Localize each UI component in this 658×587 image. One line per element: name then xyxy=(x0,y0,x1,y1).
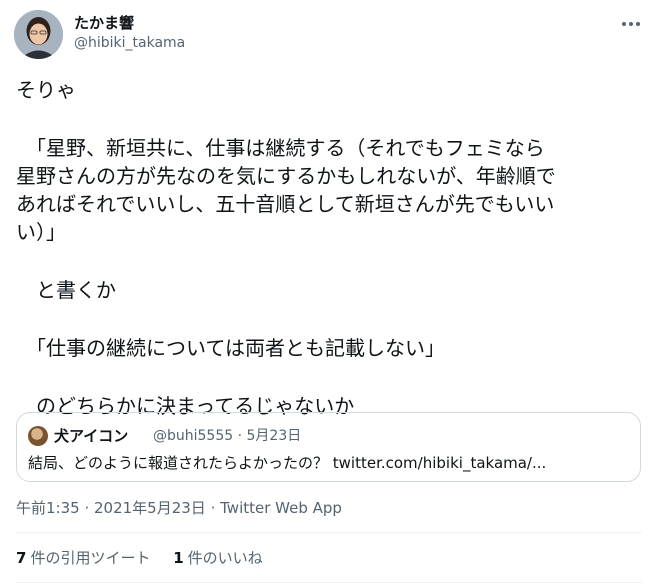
tweet-detail: たかま響 @hibiki_takama そりゃ 「星野、新垣共に、仕事は継続する… xyxy=(0,0,658,587)
likes-link[interactable]: 1 件のいいね xyxy=(173,548,262,568)
quote-tweets-link[interactable]: 7 件の引用ツイート xyxy=(16,548,150,568)
author-name[interactable]: たかま響 xyxy=(74,13,134,33)
tweet-body-line: 星野さんの方が先なのを気にするかもしれないが、年齢順で xyxy=(16,164,556,188)
tweet-body: そりゃ 「星野、新垣共に、仕事は継続する（それでもフェミなら 星野さんの方が先なの… xyxy=(16,76,648,420)
like-label: 件のいいね xyxy=(187,549,263,567)
timestamp-date[interactable]: 2021年5月23日 xyxy=(94,499,206,517)
quoted-author-name: 犬アイコン xyxy=(54,427,129,445)
tweet-body-line: そりゃ xyxy=(16,78,76,102)
timestamp-source[interactable]: Twitter Web App xyxy=(220,499,342,517)
tweet-body-line: 「星野、新垣共に、仕事は継続する（それでもフェミなら xyxy=(16,136,545,160)
divider xyxy=(16,582,642,583)
timestamp-separator-1: · xyxy=(79,499,94,517)
quote-label: 件の引用ツイート xyxy=(30,549,151,567)
more-options-button[interactable] xyxy=(618,14,644,34)
quoted-tweet-text: 結局、どのように報道されたらよかったの？ twitter.com/hibiki_… xyxy=(28,454,547,472)
quote-count: 7 xyxy=(16,549,27,567)
tweet-body-line: と書くか xyxy=(16,278,116,302)
author-avatar[interactable] xyxy=(14,10,63,59)
author-handle[interactable]: @hibiki_takama xyxy=(74,34,185,52)
like-count: 1 xyxy=(173,549,184,567)
author-avatar-image xyxy=(14,10,63,59)
more-horizontal-icon xyxy=(622,22,626,26)
quoted-tweet[interactable]: 犬アイコン @buhi5555 · 5月23日 結局、どのように報道されたらよか… xyxy=(16,412,641,482)
more-horizontal-icon xyxy=(636,22,640,26)
quoted-author-meta: @buhi5555 · 5月23日 xyxy=(153,428,302,444)
timestamp-separator-2: · xyxy=(205,499,221,517)
timestamp-time[interactable]: 午前1:35 xyxy=(16,499,80,517)
quoted-author-avatar xyxy=(28,426,48,446)
tweet-body-line: あればそれでいいし、五十音順として新垣さんが先でもいい xyxy=(16,192,555,216)
divider xyxy=(16,532,642,533)
tweet-timestamp: 午前1:35 · 2021年5月23日 · Twitter Web App xyxy=(16,498,342,518)
tweet-stats: 7 件の引用ツイート 1 件のいいね xyxy=(16,548,281,568)
tweet-body-line: 「仕事の継続については両者とも記載しない」 xyxy=(16,336,445,360)
more-horizontal-icon xyxy=(629,22,633,26)
tweet-body-line: い）」 xyxy=(16,220,66,244)
